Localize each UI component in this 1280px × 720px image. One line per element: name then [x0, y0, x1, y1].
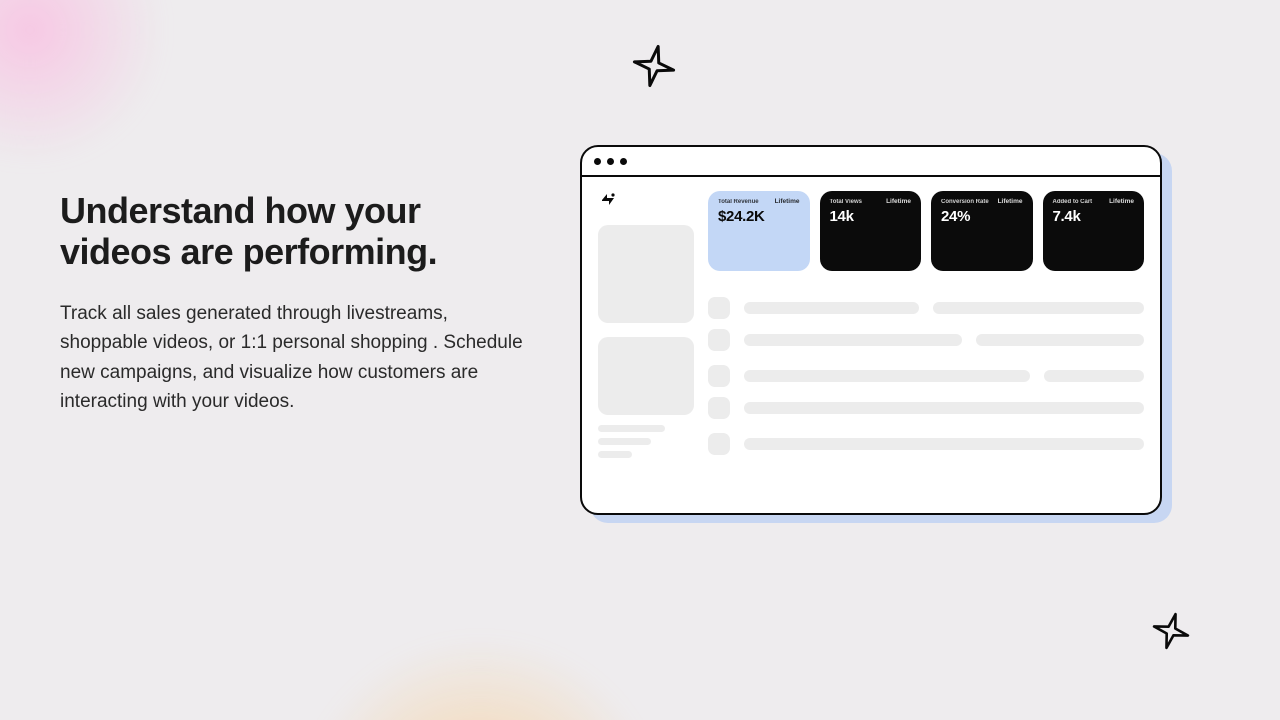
sidebar-placeholder — [598, 225, 694, 323]
list-item — [708, 329, 1144, 351]
sidebar-placeholder-lines — [598, 425, 694, 458]
list-item — [708, 297, 1144, 319]
stat-value: $24.2K — [718, 208, 800, 225]
window-titlebar — [582, 147, 1160, 177]
sparkle-icon — [630, 42, 678, 90]
sidebar — [598, 191, 694, 497]
window-dot-icon — [607, 158, 614, 165]
sidebar-placeholder — [598, 337, 694, 415]
brand-logo-icon — [598, 191, 618, 209]
list-item — [708, 397, 1144, 419]
window-dot-icon — [620, 158, 627, 165]
stat-card-revenue[interactable]: Lifetime Total Revenue $24.2K — [708, 191, 810, 271]
hero-heading: Understand how your videos are performin… — [60, 190, 530, 273]
stat-label: Added to Cart — [1053, 199, 1135, 205]
stat-card-cart[interactable]: Lifetime Added to Cart 7.4k — [1043, 191, 1145, 271]
stat-label: Total Revenue — [718, 199, 800, 205]
sparkle-icon — [1150, 610, 1192, 652]
content-placeholder-list — [708, 297, 1144, 455]
hero-body: Track all sales generated through livest… — [60, 299, 530, 417]
list-item — [708, 433, 1144, 455]
stat-card-views[interactable]: Lifetime Total Views 14k — [820, 191, 922, 271]
stat-value: 7.4k — [1053, 208, 1135, 225]
stat-card-conversion[interactable]: Lifetime Conversion Rate 24% — [931, 191, 1033, 271]
dashboard-mock: Lifetime Total Revenue $24.2K Lifetime T… — [580, 145, 1162, 515]
stat-value: 14k — [830, 208, 912, 225]
stat-label: Conversion Rate — [941, 199, 1023, 205]
stat-value: 24% — [941, 208, 1023, 225]
stat-label: Total Views — [830, 199, 912, 205]
window-dot-icon — [594, 158, 601, 165]
list-item — [708, 365, 1144, 387]
